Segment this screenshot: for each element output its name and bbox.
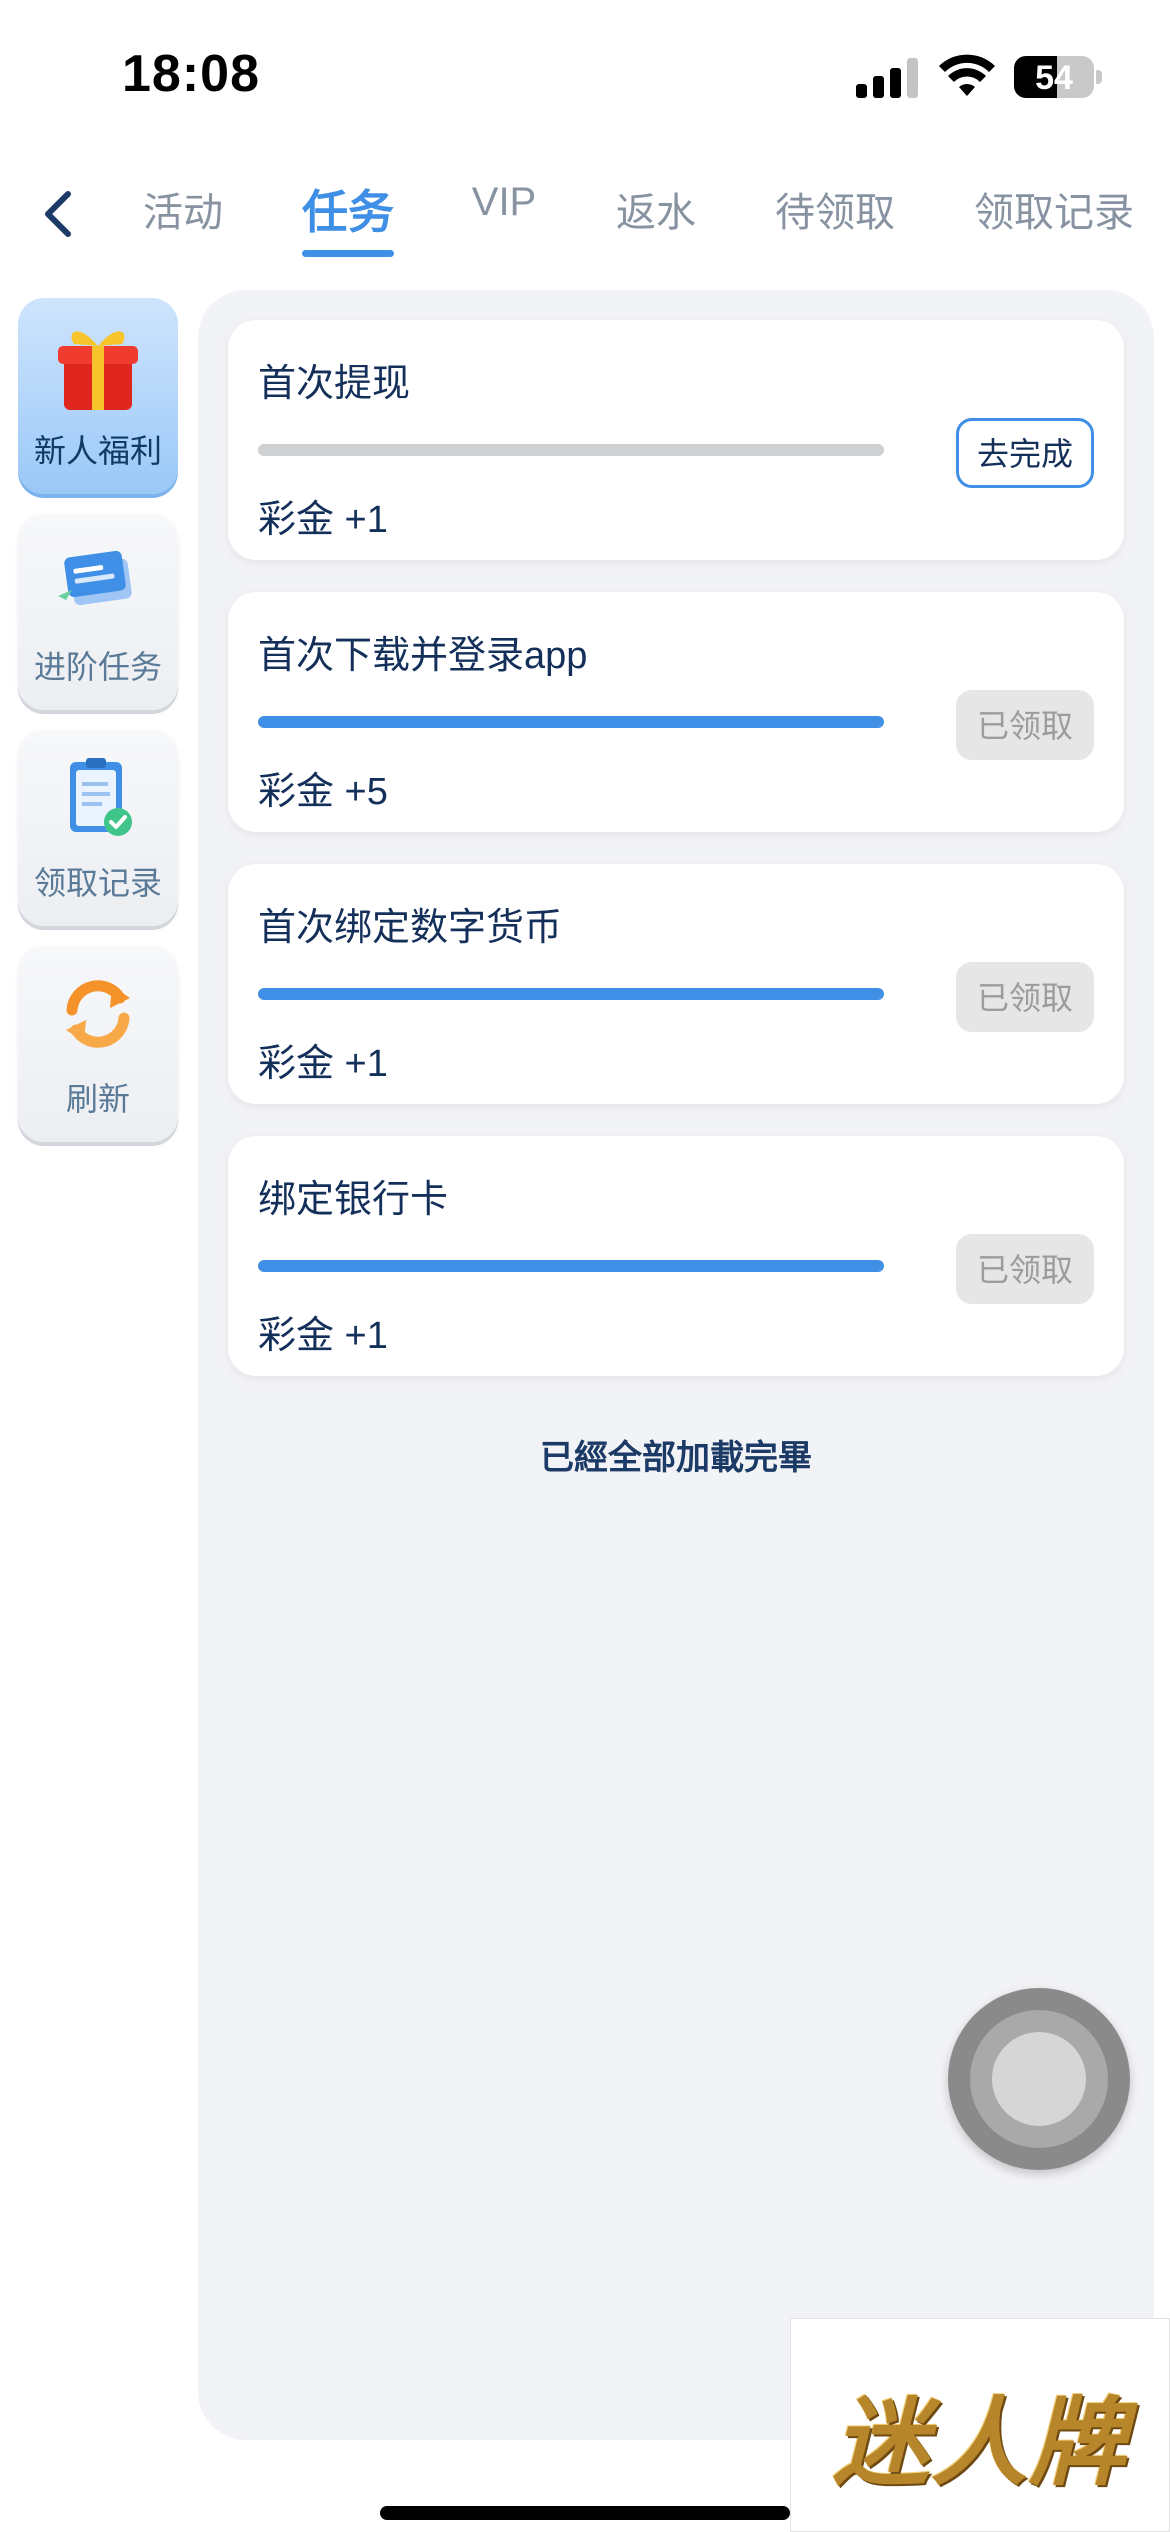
floating-assistive-button[interactable]	[948, 1988, 1130, 2170]
sidebar-item-label: 领取记录	[33, 865, 162, 901]
battery-level: 54	[1035, 59, 1073, 97]
claimed-button[interactable]: 已领取	[956, 690, 1094, 760]
task-card: 首次提现 彩金 +1 去完成	[228, 320, 1124, 560]
battery-cap	[1096, 70, 1102, 84]
task-cards-icon	[58, 550, 132, 606]
list-end-text: 已經全部加載完畢	[540, 1439, 812, 1477]
claimed-button[interactable]: 已领取	[956, 1234, 1094, 1304]
task-progress-bar	[258, 444, 884, 456]
sidebar-item-refresh[interactable]: 刷新	[18, 946, 178, 1142]
status-bar: 18:08 54	[0, 0, 1170, 150]
tab-rebate[interactable]: 返水	[616, 180, 696, 238]
claimed-button[interactable]: 已领取	[956, 962, 1094, 1032]
tab-activity[interactable]: 活动	[143, 180, 223, 238]
task-reward: 彩金 +1	[258, 1043, 388, 1085]
task-title: 首次下载并登录app	[258, 635, 588, 677]
task-progress-bar	[258, 1260, 884, 1272]
task-card: 首次绑定数字货币 彩金 +1 已领取	[228, 864, 1124, 1104]
battery-icon: 54	[1014, 56, 1094, 98]
watermark-text: 迷人牌	[833, 2386, 1127, 2499]
home-indicator	[380, 2506, 790, 2520]
sidebar-item-claim-records[interactable]: 领取记录	[18, 730, 178, 926]
task-reward: 彩金 +1	[258, 1315, 388, 1357]
sidebar-item-label: 进阶任务	[33, 649, 162, 685]
wifi-icon	[939, 54, 995, 96]
sidebar-item-newcomer-benefits[interactable]: 新人福利	[18, 298, 178, 494]
task-title: 首次绑定数字货币	[258, 907, 563, 949]
task-title: 绑定银行卡	[258, 1179, 449, 1221]
task-card: 首次下载并登录app 彩金 +5 已领取	[228, 592, 1124, 832]
task-title: 首次提现	[258, 363, 411, 405]
refresh-icon	[66, 980, 130, 1048]
sidebar-item-label: 新人福利	[33, 433, 162, 469]
task-reward: 彩金 +1	[258, 499, 388, 541]
task-card: 绑定银行卡 彩金 +1 已领取	[228, 1136, 1124, 1376]
task-progress-bar	[258, 716, 884, 728]
tab-claim-records[interactable]: 领取记录	[974, 180, 1134, 238]
sidebar-item-label: 刷新	[65, 1081, 130, 1117]
tab-pending[interactable]: 待领取	[775, 180, 895, 238]
tab-vip[interactable]: VIP	[472, 180, 536, 225]
task-progress-fill	[258, 716, 884, 728]
gift-icon	[58, 331, 138, 410]
task-progress-bar	[258, 988, 884, 1000]
cellular-signal-icon	[856, 58, 920, 98]
task-progress-fill	[258, 1260, 884, 1272]
watermark-logo: 迷人牌	[790, 2318, 1170, 2532]
status-time: 18:08	[122, 45, 260, 103]
task-reward: 彩金 +5	[258, 771, 388, 813]
back-chevron-icon[interactable]	[30, 184, 86, 244]
clipboard-check-icon	[70, 758, 132, 836]
go-complete-button[interactable]: 去完成	[956, 418, 1094, 488]
task-progress-fill	[258, 988, 884, 1000]
active-tab-indicator	[302, 250, 394, 257]
tab-tasks[interactable]: 任务	[302, 176, 394, 242]
sidebar-item-advanced-tasks[interactable]: 进阶任务	[18, 514, 178, 710]
tab-bar: 活动 任务 VIP 返水 待领取 领取记录	[0, 160, 1170, 270]
